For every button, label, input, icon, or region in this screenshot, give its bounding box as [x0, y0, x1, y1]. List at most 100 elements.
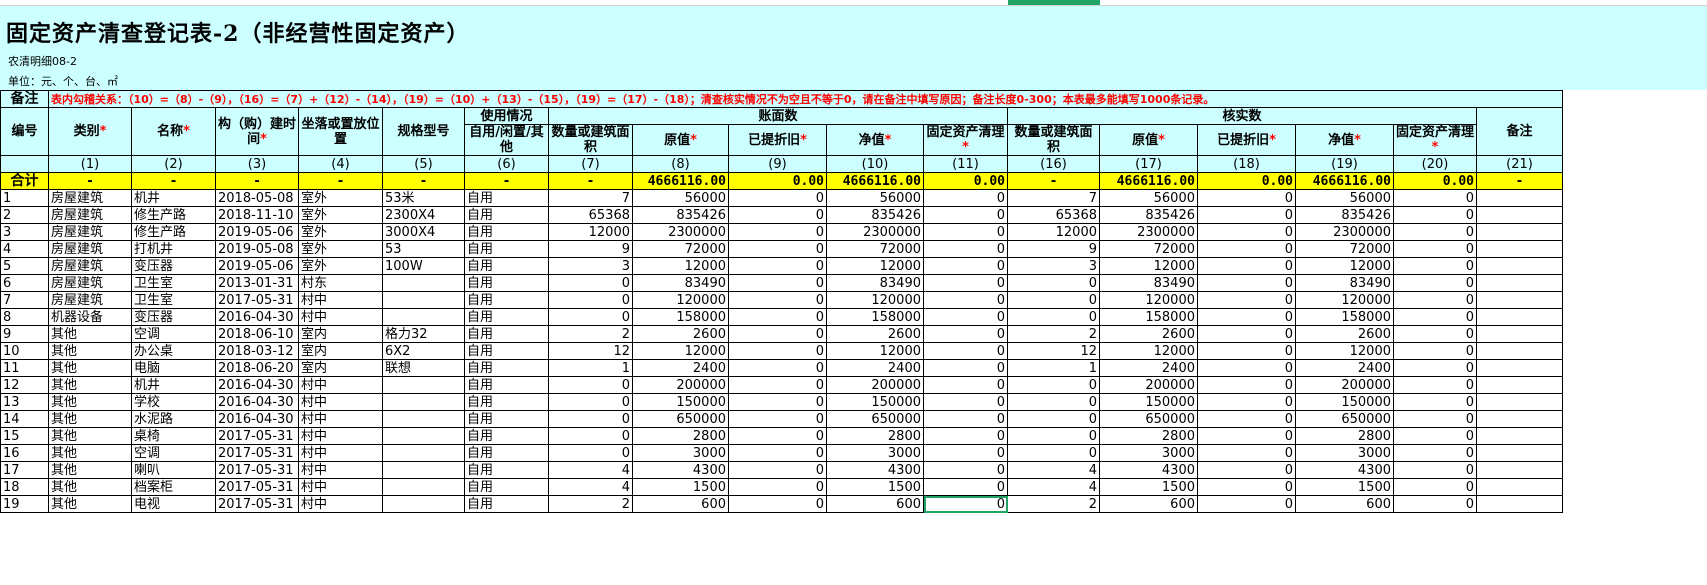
table-cell[interactable]: 0	[923, 240, 1008, 258]
table-cell[interactable]: 12000	[1099, 342, 1198, 360]
table-cell[interactable]: 0	[923, 495, 1008, 513]
table-cell[interactable]	[382, 291, 465, 309]
table-cell[interactable]: 0	[1197, 359, 1296, 377]
total-cell[interactable]: -	[48, 172, 132, 190]
table-cell[interactable]: 0	[923, 206, 1008, 224]
table-cell[interactable]: 0	[728, 274, 827, 292]
table-cell[interactable]: 0	[728, 342, 827, 360]
table-cell[interactable]: 2800	[632, 427, 729, 445]
table-cell[interactable]: 1	[0, 189, 49, 207]
table-cell[interactable]: 4300	[1099, 461, 1198, 479]
table-cell[interactable]: 其他	[48, 376, 132, 394]
table-cell[interactable]: 房屋建筑	[48, 223, 132, 241]
table-cell[interactable]: 12000	[1007, 223, 1100, 241]
table-cell[interactable]	[1476, 359, 1563, 377]
table-cell[interactable]	[382, 461, 465, 479]
column-number-cell[interactable]: (21)	[1476, 155, 1563, 173]
table-cell[interactable]: 0	[923, 461, 1008, 479]
header-no[interactable]: 编号	[0, 107, 49, 156]
table-cell[interactable]: 其他	[48, 478, 132, 496]
table-cell[interactable]: 村中	[298, 393, 383, 411]
table-cell[interactable]: 卫生室	[131, 274, 216, 292]
table-cell[interactable]	[382, 478, 465, 496]
table-cell[interactable]: 0	[728, 359, 827, 377]
table-cell[interactable]: 0	[1197, 189, 1296, 207]
column-number-cell[interactable]: (16)	[1007, 155, 1100, 173]
table-cell[interactable]: 修生产路	[131, 206, 216, 224]
table-cell[interactable]: 其他	[48, 427, 132, 445]
table-cell[interactable]: 83490	[632, 274, 729, 292]
table-cell[interactable]: 7	[0, 291, 49, 309]
table-cell[interactable]: 0	[1393, 410, 1477, 428]
table-cell[interactable]: 12000	[826, 257, 924, 275]
header-category[interactable]: 类别*	[48, 107, 132, 156]
table-cell[interactable]: 0	[1393, 359, 1477, 377]
table-cell[interactable]: 0	[548, 410, 633, 428]
table-cell[interactable]: 联想	[382, 359, 465, 377]
table-cell[interactable]: 2018-06-20	[215, 359, 299, 377]
table-cell[interactable]: 自用	[464, 274, 549, 292]
table-cell[interactable]: 2600	[632, 325, 729, 343]
table-cell[interactable]	[382, 410, 465, 428]
table-cell[interactable]: 3000X4	[382, 223, 465, 241]
table-cell[interactable]: 0	[923, 444, 1008, 462]
table-cell[interactable]: 0	[548, 427, 633, 445]
table-cell[interactable]: 0	[1197, 444, 1296, 462]
column-number-cell[interactable]: (10)	[826, 155, 924, 173]
table-cell[interactable]: 桌椅	[131, 427, 216, 445]
table-cell[interactable]: 0	[1007, 444, 1100, 462]
table-cell[interactable]: 650000	[632, 410, 729, 428]
header-usage[interactable]: 自用/闲置/其他	[464, 124, 549, 156]
column-number-cell[interactable]: (20)	[1393, 155, 1477, 173]
table-cell[interactable]: 村中	[298, 461, 383, 479]
table-cell[interactable]: 13	[0, 393, 49, 411]
total-cell[interactable]: 0.00	[923, 172, 1008, 190]
column-number-cell[interactable]: (5)	[382, 155, 465, 173]
table-cell[interactable]: 0	[728, 393, 827, 411]
table-cell[interactable]: 空调	[131, 444, 216, 462]
table-cell[interactable]: 3	[0, 223, 49, 241]
header-verify-group[interactable]: 核实数	[1007, 107, 1477, 125]
header-book-group[interactable]: 账面数	[548, 107, 1008, 125]
table-cell[interactable]: 83490	[1295, 274, 1394, 292]
table-cell[interactable]: 2	[0, 206, 49, 224]
table-cell[interactable]: 2600	[1295, 325, 1394, 343]
table-cell[interactable]: 0	[728, 325, 827, 343]
table-cell[interactable]: 9	[548, 240, 633, 258]
table-cell[interactable]	[1476, 410, 1563, 428]
table-cell[interactable]: 机井	[131, 376, 216, 394]
table-cell[interactable]	[1476, 206, 1563, 224]
table-cell[interactable]: 12000	[1295, 342, 1394, 360]
table-cell[interactable]	[382, 376, 465, 394]
note-text[interactable]: 表内勾稽关系：（10）=（8）-（9），（16）=（7）+（12）-（14），（…	[48, 90, 1563, 108]
table-cell[interactable]: 自用	[464, 325, 549, 343]
table-cell[interactable]	[1476, 189, 1563, 207]
table-cell[interactable]: 1500	[632, 478, 729, 496]
total-cell[interactable]: -	[215, 172, 299, 190]
table-cell[interactable]: 12	[0, 376, 49, 394]
table-cell[interactable]: 其他	[48, 461, 132, 479]
table-cell[interactable]: 2018-03-12	[215, 342, 299, 360]
table-cell[interactable]: 0	[923, 478, 1008, 496]
table-cell[interactable]: 自用	[464, 376, 549, 394]
table-cell[interactable]: 0	[1393, 308, 1477, 326]
table-cell[interactable]: 2300000	[826, 223, 924, 241]
table-cell[interactable]: 0	[548, 291, 633, 309]
table-cell[interactable]: 2800	[1099, 427, 1198, 445]
table-cell[interactable]: 自用	[464, 393, 549, 411]
table-cell[interactable]: 2016-04-30	[215, 393, 299, 411]
table-cell[interactable]: 自用	[464, 427, 549, 445]
table-cell[interactable]: 0	[728, 427, 827, 445]
table-cell[interactable]: 0	[1007, 376, 1100, 394]
table-cell[interactable]: 2800	[1295, 427, 1394, 445]
table-cell[interactable]: 办公桌	[131, 342, 216, 360]
column-number-cell[interactable]: (4)	[298, 155, 383, 173]
table-cell[interactable]: 0	[923, 189, 1008, 207]
table-cell[interactable]: 14	[0, 410, 49, 428]
table-cell[interactable]: 其他	[48, 325, 132, 343]
table-cell[interactable]: 村中	[298, 478, 383, 496]
table-cell[interactable]	[1476, 274, 1563, 292]
table-cell[interactable]: 0	[728, 189, 827, 207]
total-cell[interactable]: 0.00	[1393, 172, 1477, 190]
table-cell[interactable]: 5	[0, 257, 49, 275]
